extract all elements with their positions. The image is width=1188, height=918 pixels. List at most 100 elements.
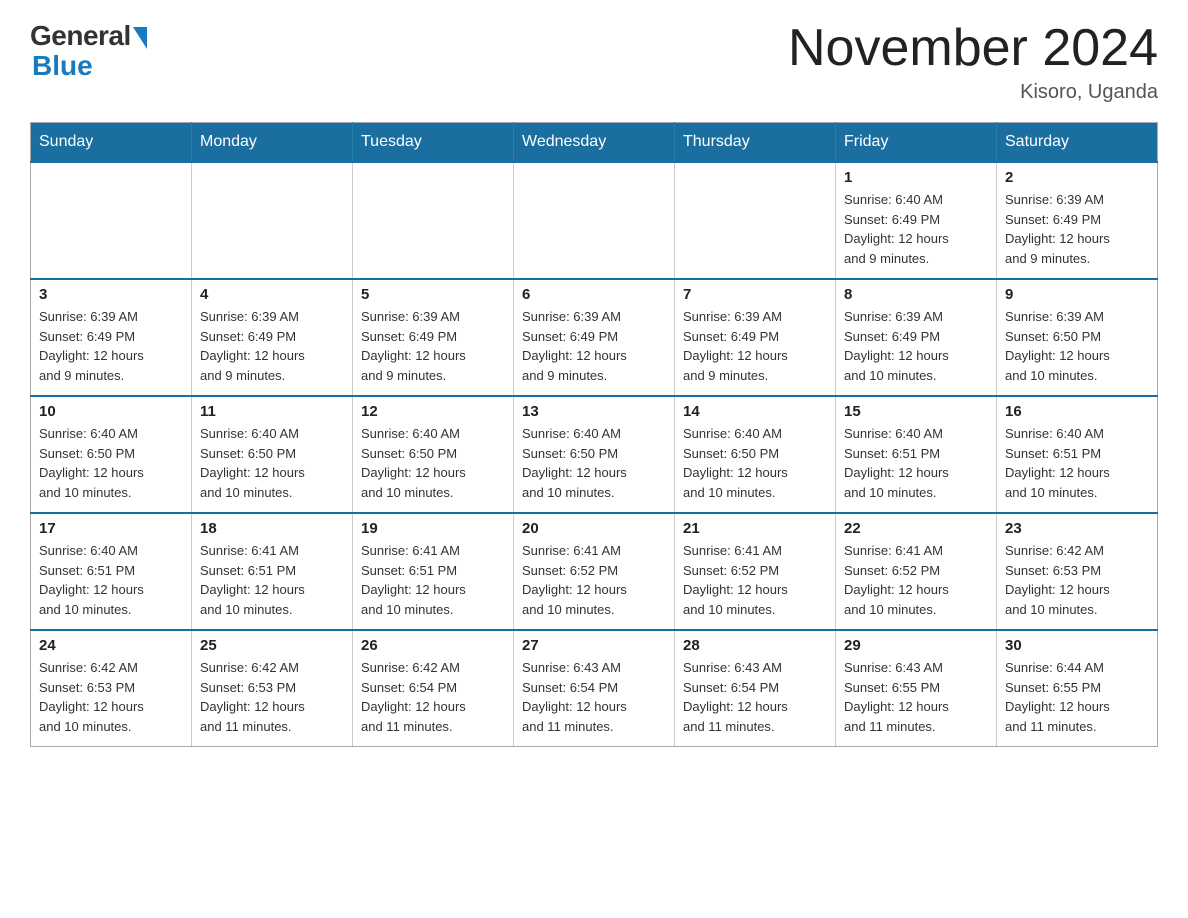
day-info: Sunrise: 6:40 AM Sunset: 6:50 PM Dayligh… [200, 424, 344, 502]
calendar-title: November 2024 [788, 20, 1158, 77]
logo-arrow-icon [133, 27, 147, 49]
calendar-cell: 20 Sunrise: 6:41 AM Sunset: 6:52 PM Dayli… [514, 513, 675, 630]
day-info: Sunrise: 6:40 AM Sunset: 6:51 PM Dayligh… [844, 424, 988, 502]
day-number: 29 [844, 637, 988, 654]
calendar-cell: 8Sunrise: 6:39 AM Sunset: 6:49 PM Daylig… [836, 279, 997, 396]
logo-general-text: General [30, 20, 131, 52]
day-number: 19 [361, 520, 505, 537]
logo: General Blue [30, 20, 147, 82]
calendar-cell: 9 Sunrise: 6:39 AM Sunset: 6:50 PM Daylig… [997, 279, 1158, 396]
calendar-cell: 17Sunrise: 6:40 AM Sunset: 6:51 PM Dayli… [31, 513, 192, 630]
page-header: General Blue November 2024 Kisoro, Ugand… [30, 20, 1158, 104]
calendar-cell: 27 Sunrise: 6:43 AM Sunset: 6:54 PM Dayli… [514, 630, 675, 747]
title-area: November 2024 Kisoro, Uganda [788, 20, 1158, 104]
calendar-cell: 5 Sunrise: 6:39 AM Sunset: 6:49 PM Daylig… [353, 279, 514, 396]
day-number: 13 [522, 403, 666, 420]
day-number: 5 [361, 286, 505, 303]
day-info: Sunrise: 6:39 AM Sunset: 6:49 PM Dayligh… [683, 307, 827, 385]
calendar-cell: 18 Sunrise: 6:41 AM Sunset: 6:51 PM Dayli… [192, 513, 353, 630]
day-number: 30 [1005, 637, 1149, 654]
calendar-cell: 15 Sunrise: 6:40 AM Sunset: 6:51 PM Dayli… [836, 396, 997, 513]
weekday-header-tuesday: Tuesday [353, 123, 514, 163]
day-info: Sunrise: 6:41 AM Sunset: 6:51 PM Dayligh… [200, 541, 344, 619]
calendar-cell: 21 Sunrise: 6:41 AM Sunset: 6:52 PM Dayli… [675, 513, 836, 630]
calendar-cell: 30Sunrise: 6:44 AM Sunset: 6:55 PM Dayli… [997, 630, 1158, 747]
calendar-body: 1Sunrise: 6:40 AM Sunset: 6:49 PM Daylig… [31, 162, 1158, 747]
calendar-cell: 29 Sunrise: 6:43 AM Sunset: 6:55 PM Dayli… [836, 630, 997, 747]
day-info: Sunrise: 6:40 AM Sunset: 6:50 PM Dayligh… [683, 424, 827, 502]
calendar-cell: 11 Sunrise: 6:40 AM Sunset: 6:50 PM Dayli… [192, 396, 353, 513]
calendar-cell: 13 Sunrise: 6:40 AM Sunset: 6:50 PM Dayli… [514, 396, 675, 513]
calendar-week-4: 17Sunrise: 6:40 AM Sunset: 6:51 PM Dayli… [31, 513, 1158, 630]
calendar-cell [675, 162, 836, 279]
calendar-cell [31, 162, 192, 279]
day-number: 22 [844, 520, 988, 537]
day-info: Sunrise: 6:39 AM Sunset: 6:49 PM Dayligh… [844, 307, 988, 385]
day-number: 9 [1005, 286, 1149, 303]
day-number: 11 [200, 403, 344, 420]
day-info: Sunrise: 6:40 AM Sunset: 6:49 PM Dayligh… [844, 190, 988, 268]
calendar-table: SundayMondayTuesdayWednesdayThursdayFrid… [30, 122, 1158, 747]
weekday-header-row: SundayMondayTuesdayWednesdayThursdayFrid… [31, 123, 1158, 163]
weekday-header-sunday: Sunday [31, 123, 192, 163]
calendar-cell: 4 Sunrise: 6:39 AM Sunset: 6:49 PM Daylig… [192, 279, 353, 396]
day-number: 3 [39, 286, 183, 303]
day-info: Sunrise: 6:43 AM Sunset: 6:55 PM Dayligh… [844, 658, 988, 736]
day-info: Sunrise: 6:41 AM Sunset: 6:51 PM Dayligh… [361, 541, 505, 619]
weekday-header-friday: Friday [836, 123, 997, 163]
day-info: Sunrise: 6:39 AM Sunset: 6:49 PM Dayligh… [361, 307, 505, 385]
day-info: Sunrise: 6:39 AM Sunset: 6:49 PM Dayligh… [522, 307, 666, 385]
day-info: Sunrise: 6:40 AM Sunset: 6:50 PM Dayligh… [522, 424, 666, 502]
day-number: 20 [522, 520, 666, 537]
day-number: 2 [1005, 169, 1149, 186]
day-info: Sunrise: 6:40 AM Sunset: 6:50 PM Dayligh… [361, 424, 505, 502]
day-info: Sunrise: 6:43 AM Sunset: 6:54 PM Dayligh… [522, 658, 666, 736]
day-number: 27 [522, 637, 666, 654]
calendar-cell: 26Sunrise: 6:42 AM Sunset: 6:54 PM Dayli… [353, 630, 514, 747]
calendar-cell [514, 162, 675, 279]
calendar-cell [192, 162, 353, 279]
calendar-week-5: 24 Sunrise: 6:42 AM Sunset: 6:53 PM Dayli… [31, 630, 1158, 747]
day-info: Sunrise: 6:42 AM Sunset: 6:53 PM Dayligh… [200, 658, 344, 736]
calendar-cell: 22 Sunrise: 6:41 AM Sunset: 6:52 PM Dayli… [836, 513, 997, 630]
day-info: Sunrise: 6:41 AM Sunset: 6:52 PM Dayligh… [683, 541, 827, 619]
weekday-header-wednesday: Wednesday [514, 123, 675, 163]
calendar-cell: 23Sunrise: 6:42 AM Sunset: 6:53 PM Dayli… [997, 513, 1158, 630]
day-number: 16 [1005, 403, 1149, 420]
day-number: 6 [522, 286, 666, 303]
logo-blue-text: Blue [32, 50, 93, 82]
weekday-header-thursday: Thursday [675, 123, 836, 163]
day-number: 25 [200, 637, 344, 654]
day-number: 14 [683, 403, 827, 420]
weekday-header-saturday: Saturday [997, 123, 1158, 163]
day-number: 28 [683, 637, 827, 654]
calendar-cell: 24 Sunrise: 6:42 AM Sunset: 6:53 PM Dayli… [31, 630, 192, 747]
calendar-cell: 14 Sunrise: 6:40 AM Sunset: 6:50 PM Dayli… [675, 396, 836, 513]
day-number: 7 [683, 286, 827, 303]
day-number: 10 [39, 403, 183, 420]
calendar-week-1: 1Sunrise: 6:40 AM Sunset: 6:49 PM Daylig… [31, 162, 1158, 279]
calendar-week-3: 10 Sunrise: 6:40 AM Sunset: 6:50 PM Dayli… [31, 396, 1158, 513]
day-info: Sunrise: 6:42 AM Sunset: 6:53 PM Dayligh… [39, 658, 183, 736]
day-info: Sunrise: 6:39 AM Sunset: 6:49 PM Dayligh… [200, 307, 344, 385]
calendar-cell: 10 Sunrise: 6:40 AM Sunset: 6:50 PM Dayli… [31, 396, 192, 513]
calendar-cell [353, 162, 514, 279]
day-info: Sunrise: 6:40 AM Sunset: 6:50 PM Dayligh… [39, 424, 183, 502]
day-info: Sunrise: 6:39 AM Sunset: 6:50 PM Dayligh… [1005, 307, 1149, 385]
calendar-cell: 25 Sunrise: 6:42 AM Sunset: 6:53 PM Dayli… [192, 630, 353, 747]
day-info: Sunrise: 6:41 AM Sunset: 6:52 PM Dayligh… [844, 541, 988, 619]
day-number: 21 [683, 520, 827, 537]
calendar-cell: 7 Sunrise: 6:39 AM Sunset: 6:49 PM Daylig… [675, 279, 836, 396]
day-number: 4 [200, 286, 344, 303]
weekday-header-monday: Monday [192, 123, 353, 163]
calendar-cell: 6 Sunrise: 6:39 AM Sunset: 6:49 PM Daylig… [514, 279, 675, 396]
day-number: 26 [361, 637, 505, 654]
day-number: 24 [39, 637, 183, 654]
day-number: 15 [844, 403, 988, 420]
day-number: 17 [39, 520, 183, 537]
day-number: 18 [200, 520, 344, 537]
calendar-cell: 16Sunrise: 6:40 AM Sunset: 6:51 PM Dayli… [997, 396, 1158, 513]
calendar-cell: 19 Sunrise: 6:41 AM Sunset: 6:51 PM Dayli… [353, 513, 514, 630]
day-info: Sunrise: 6:41 AM Sunset: 6:52 PM Dayligh… [522, 541, 666, 619]
day-info: Sunrise: 6:42 AM Sunset: 6:53 PM Dayligh… [1005, 541, 1149, 619]
